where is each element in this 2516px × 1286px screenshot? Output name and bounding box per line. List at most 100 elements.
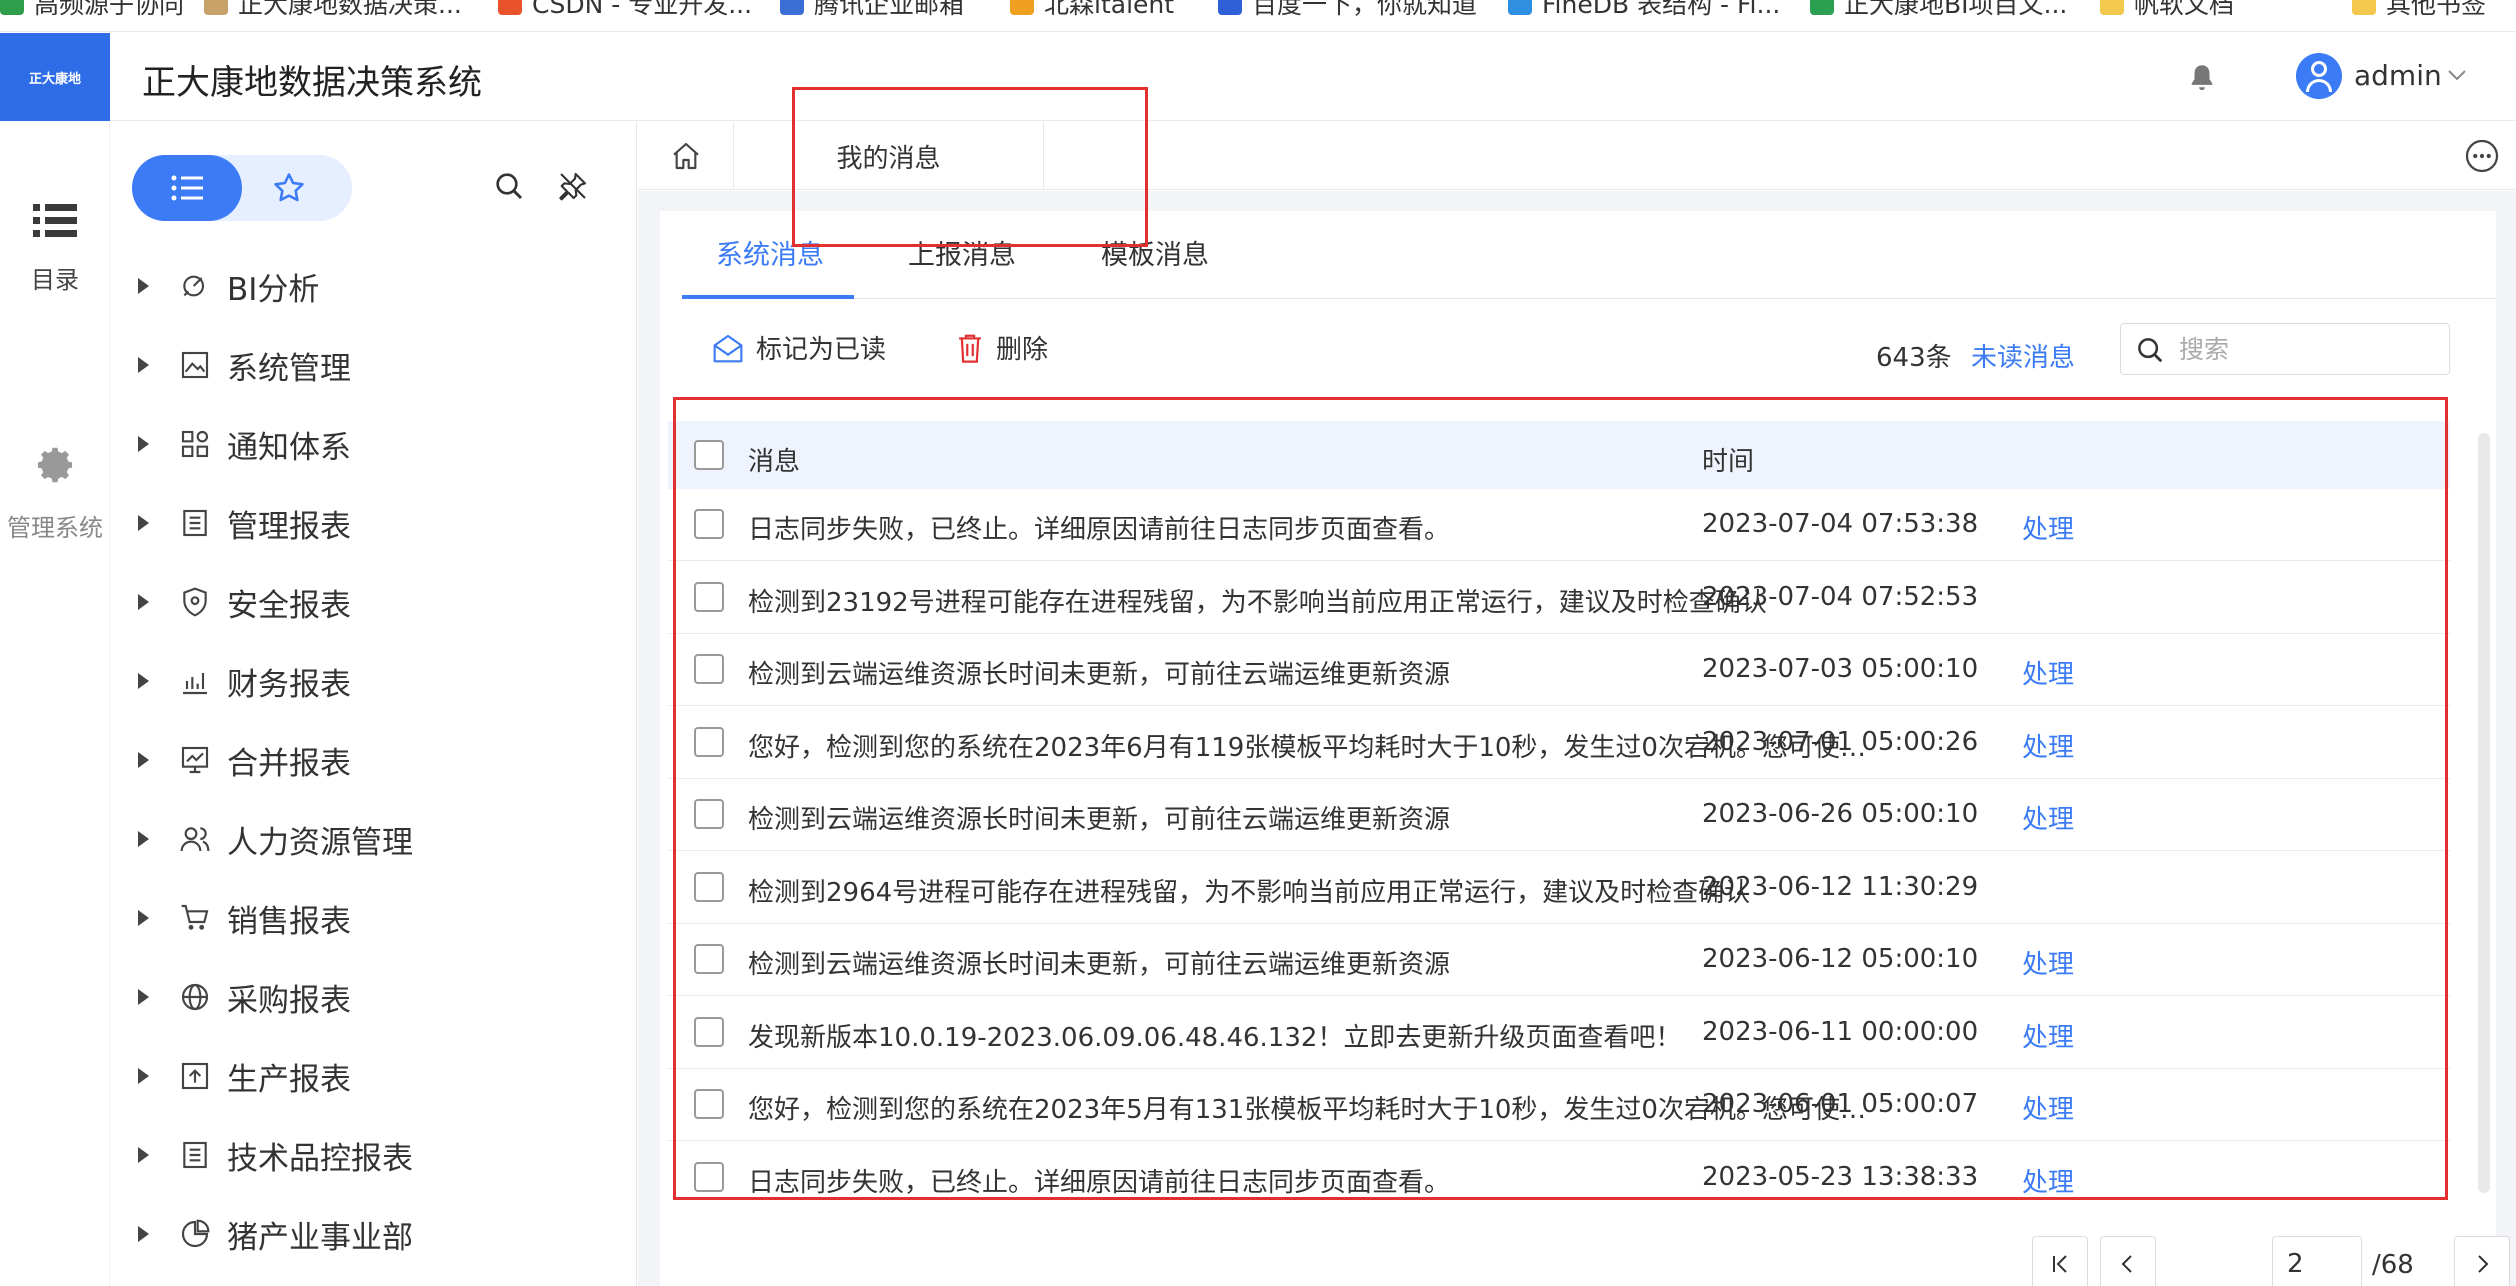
caret-right-icon[interactable]: [138, 357, 149, 373]
tab-template-messages[interactable]: 模板消息: [1101, 233, 1209, 272]
bookmark-label: 北森italent: [1044, 0, 1175, 19]
table-row[interactable]: 您好，检测到您的系统在2023年6月有119张模板平均耗时大于10秒，发生过0次…: [668, 707, 2450, 779]
process-link[interactable]: 处理: [2022, 1017, 2074, 1054]
table-row[interactable]: 检测到23192号进程可能存在进程残留，为不影响当前应用正常运行，建议及时检查确…: [668, 562, 2450, 634]
home-tab[interactable]: [638, 122, 734, 190]
tree-item[interactable]: 系统管理: [138, 340, 351, 390]
tree-item[interactable]: 管理报表: [138, 498, 351, 548]
chevron-down-icon[interactable]: [2445, 63, 2469, 87]
caret-right-icon[interactable]: [138, 910, 149, 926]
bookmark-item[interactable]: 北森italent: [1010, 0, 1174, 20]
row-checkbox[interactable]: [694, 871, 724, 902]
trash-icon: [959, 334, 981, 363]
row-checkbox[interactable]: [694, 1161, 724, 1192]
username[interactable]: admin: [2354, 59, 2442, 92]
tree-item[interactable]: 采购报表: [138, 972, 351, 1022]
tree-item[interactable]: 生产报表: [138, 1051, 351, 1101]
caret-right-icon[interactable]: [138, 673, 149, 689]
row-checkbox[interactable]: [694, 581, 724, 612]
tree-item[interactable]: 技术品控报表: [138, 1130, 413, 1180]
tab-system-messages[interactable]: 系统消息: [716, 233, 824, 272]
mark-read-button[interactable]: 标记为已读: [712, 329, 886, 366]
process-link[interactable]: 处理: [2022, 509, 2074, 546]
rail-item-directory[interactable]: 目录: [0, 202, 110, 295]
star-icon[interactable]: [272, 171, 306, 205]
page-number-input[interactable]: [2272, 1236, 2362, 1286]
caret-right-icon[interactable]: [138, 278, 149, 294]
next-page-button[interactable]: [2454, 1236, 2510, 1286]
table-row[interactable]: 检测到云端运维资源长时间未更新，可前往云端运维更新资源 2023-06-12 05…: [668, 924, 2450, 996]
caret-right-icon[interactable]: [138, 436, 149, 452]
tree-view-button[interactable]: [132, 155, 242, 221]
bookmark-item[interactable]: 正大康地BI项目文...: [1810, 0, 2067, 20]
process-link[interactable]: 处理: [2022, 654, 2074, 691]
table-row[interactable]: 日志同步失败，已终止。详细原因请前往日志同步页面查看。 2023-05-23 13…: [668, 1142, 2450, 1200]
tab-my-messages[interactable]: 我的消息: [734, 122, 1044, 190]
caret-right-icon[interactable]: [138, 752, 149, 768]
table-row[interactable]: 日志同步失败，已终止。详细原因请前往日志同步页面查看。 2023-07-04 07…: [668, 489, 2450, 561]
bookmark-label: 正大康地数据决策...: [238, 0, 462, 19]
row-checkbox[interactable]: [694, 944, 724, 974]
caret-right-icon[interactable]: [138, 1068, 149, 1084]
caret-right-icon[interactable]: [138, 989, 149, 1005]
tree-item[interactable]: 财务报表: [138, 656, 351, 706]
message-search[interactable]: [2120, 323, 2450, 375]
company-logo[interactable]: 正大康地: [0, 33, 110, 121]
table-row[interactable]: 检测到2964号进程可能存在进程残留，为不影响当前应用正常运行，建议及时检查确认…: [668, 852, 2450, 924]
process-link[interactable]: 处理: [2022, 1162, 2074, 1199]
bookmark-item[interactable]: 高频源子协同: [0, 0, 184, 20]
rail-item-management[interactable]: 管理系统: [0, 442, 110, 543]
tree-item[interactable]: 合并报表: [138, 735, 351, 785]
bookmark-label: FineDB 表结构 - Fi...: [1542, 0, 1781, 19]
process-link[interactable]: 处理: [2022, 727, 2074, 764]
delete-button[interactable]: 删除: [956, 329, 1048, 366]
bookmark-item[interactable]: 百度一下，你就知道: [1218, 0, 1477, 20]
tree-item-label: 生产报表: [227, 1061, 351, 1098]
table-row[interactable]: 检测到云端运维资源长时间未更新，可前往云端运维更新资源 2023-06-26 05…: [668, 779, 2450, 851]
row-checkbox[interactable]: [694, 726, 724, 757]
message-time: 2023-06-01 05:00:07: [1702, 1089, 1979, 1119]
table-scrollbar[interactable]: [2478, 433, 2490, 1193]
bookmark-item[interactable]: 其他书签: [2352, 0, 2486, 20]
row-checkbox[interactable]: [694, 1016, 724, 1047]
tree-item[interactable]: 安全报表: [138, 577, 351, 627]
bookmark-item[interactable]: 腾讯企业邮箱: [780, 0, 964, 20]
prev-page-button[interactable]: [2100, 1236, 2156, 1286]
user-avatar-icon[interactable]: [2296, 53, 2342, 99]
search-icon[interactable]: [493, 170, 525, 202]
first-page-button[interactable]: [2032, 1236, 2088, 1286]
caret-right-icon[interactable]: [138, 1226, 149, 1242]
image-icon: [181, 351, 209, 379]
table-row[interactable]: 检测到云端运维资源长时间未更新，可前往云端运维更新资源 2023-07-03 05…: [668, 634, 2450, 706]
table-row[interactable]: 您好，检测到您的系统在2023年5月有131张模板平均耗时大于10秒，发生过0次…: [668, 1069, 2450, 1141]
process-link[interactable]: 处理: [2022, 944, 2074, 981]
caret-right-icon[interactable]: [138, 594, 149, 610]
caret-right-icon[interactable]: [138, 1147, 149, 1163]
tree-item[interactable]: BI分析: [138, 261, 319, 311]
tree-item[interactable]: 销售报表: [138, 893, 351, 943]
caret-right-icon[interactable]: [138, 515, 149, 531]
row-checkbox[interactable]: [694, 1089, 724, 1119]
more-icon[interactable]: [2464, 138, 2500, 174]
process-link[interactable]: 处理: [2022, 1089, 2074, 1126]
bookmark-item[interactable]: CSDN - 专业开发...: [498, 0, 752, 20]
tree-item[interactable]: 猪产业事业部: [138, 1209, 413, 1259]
bookmark-item[interactable]: 正大康地数据决策...: [204, 0, 462, 20]
bookmark-item[interactable]: FineDB 表结构 - Fi...: [1508, 0, 1780, 20]
row-checkbox[interactable]: [694, 799, 724, 829]
process-link[interactable]: 处理: [2022, 799, 2074, 836]
tree-item[interactable]: 人力资源管理: [138, 814, 413, 864]
row-checkbox[interactable]: [694, 654, 724, 684]
bell-icon[interactable]: [2188, 63, 2216, 93]
caret-right-icon[interactable]: [138, 831, 149, 847]
bookmark-label: 腾讯企业邮箱: [814, 0, 965, 19]
bookmark-item[interactable]: 帆软文档: [2100, 0, 2234, 20]
pin-icon[interactable]: [557, 170, 589, 202]
search-input[interactable]: [2179, 330, 2439, 368]
select-all-checkbox[interactable]: [694, 440, 724, 470]
tree-item[interactable]: 通知体系: [138, 419, 351, 469]
tab-reported-messages[interactable]: 上报消息: [908, 233, 1016, 272]
table-row[interactable]: 发现新版本10.0.19-2023.06.09.06.48.46.132！立即去…: [668, 997, 2450, 1069]
row-checkbox[interactable]: [694, 509, 724, 539]
unread-filter-link[interactable]: 未读消息: [1971, 337, 2075, 374]
